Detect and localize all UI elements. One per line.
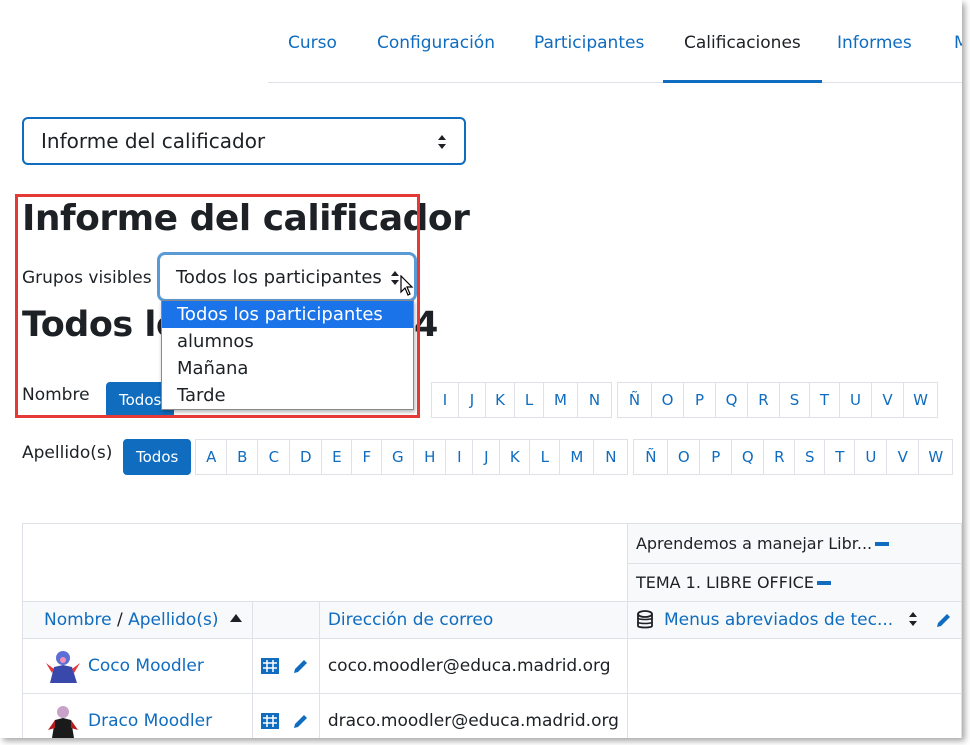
collapse-icon[interactable] — [816, 580, 831, 585]
first-name-letter[interactable]: K — [485, 382, 515, 418]
first-name-letter[interactable]: I — [431, 382, 459, 418]
table-corner — [22, 523, 628, 602]
first-name-letter[interactable]: N — [577, 382, 612, 418]
subcategory-header: TEMA 1. LIBRE OFFICE — [626, 563, 962, 602]
first-name-letter[interactable]: Ñ — [617, 382, 652, 418]
table-grid-icon[interactable] — [260, 658, 279, 674]
category-name: Aprendemos a manejar Libr... — [635, 533, 873, 553]
student-email: draco.moodler@educa.madrid.org — [318, 693, 628, 738]
last-name-letter[interactable]: V — [886, 439, 920, 475]
first-name-letter[interactable]: J — [458, 382, 486, 418]
first-name-letter[interactable]: R — [747, 382, 780, 418]
student-email: coco.moodler@educa.madrid.org — [318, 638, 628, 694]
sort-first-name-link[interactable]: Nombre — [44, 610, 112, 630]
last-name-letter[interactable]: F — [351, 439, 383, 475]
last-name-letter[interactable]: P — [699, 439, 733, 475]
last-name-letter[interactable]: O — [667, 439, 701, 475]
first-name-letter[interactable]: V — [871, 382, 904, 418]
last-name-letter-bar: Todos A B C D E F G H I J K L M N Ñ O P … — [123, 439, 954, 475]
student-cell: Draco Moodler — [22, 693, 253, 738]
first-name-letter-bar: I J K L M N Ñ O P Q R S T U V W — [431, 382, 938, 418]
edit-pencil-icon[interactable] — [292, 712, 310, 730]
tab-more[interactable]: M — [954, 5, 962, 83]
actions-header — [251, 601, 320, 639]
grader-table: Aprendemos a manejar Libr... TEMA 1. LIB… — [22, 523, 962, 738]
tab-calificaciones[interactable]: Calificaciones — [663, 5, 822, 83]
avatar — [48, 706, 78, 738]
last-name-letter[interactable]: L — [529, 439, 561, 475]
tab-participantes[interactable]: Participantes — [534, 5, 644, 83]
first-name-letter[interactable]: U — [839, 382, 872, 418]
last-name-letter[interactable]: B — [226, 439, 259, 475]
last-name-letter[interactable]: R — [763, 439, 796, 475]
edit-pencil-icon[interactable] — [292, 657, 310, 675]
last-name-letter[interactable]: N — [593, 439, 629, 475]
collapse-icon[interactable] — [875, 541, 890, 546]
last-name-letter[interactable]: Q — [731, 439, 765, 475]
last-name-letter[interactable]: T — [824, 439, 856, 475]
table-row: Coco Moodler coco.moodler@educa.madrid.o… — [22, 638, 962, 694]
highlight-box — [15, 194, 420, 418]
first-name-letter[interactable]: W — [903, 382, 938, 418]
sort-email-link[interactable]: Dirección de correo — [328, 610, 493, 630]
report-select-value: Informe del calificador — [41, 129, 266, 153]
sort-toggle-icon[interactable] — [908, 612, 918, 626]
last-name-letter[interactable]: K — [499, 439, 531, 475]
grade-item-header: Menus abreviados de tec... — [626, 601, 962, 639]
last-name-letter[interactable]: D — [289, 439, 323, 475]
edit-pencil-icon[interactable] — [935, 611, 953, 629]
last-name-letter[interactable]: I — [445, 439, 474, 475]
last-name-letter[interactable]: H — [413, 439, 447, 475]
student-actions — [251, 693, 320, 738]
table-row: Draco Moodler draco.moodler@educa.madrid… — [22, 693, 962, 738]
last-name-letter[interactable]: Ñ — [633, 439, 669, 475]
student-name-link[interactable]: Draco Moodler — [88, 711, 212, 731]
first-name-letter[interactable]: O — [651, 382, 684, 418]
student-actions — [251, 638, 320, 694]
avatar — [46, 651, 80, 683]
name-separator: / — [111, 610, 129, 630]
last-name-letter[interactable]: E — [321, 439, 353, 475]
first-name-letter[interactable]: Q — [715, 382, 748, 418]
last-name-letter[interactable]: U — [854, 439, 888, 475]
tab-informes[interactable]: Informes — [837, 5, 912, 83]
first-name-letter[interactable]: M — [543, 382, 578, 418]
page-frame: Curso Configuración Participantes Califi… — [0, 0, 962, 738]
grade-item-link[interactable]: Menus abreviados de tec... — [664, 610, 893, 630]
table-grid-icon[interactable] — [260, 713, 279, 729]
last-name-letter[interactable]: G — [381, 439, 415, 475]
tab-curso[interactable]: Curso — [288, 5, 337, 83]
sort-last-name-link[interactable]: Apellido(s) — [128, 610, 218, 630]
grade-cell[interactable] — [626, 638, 962, 694]
first-name-letter[interactable]: S — [779, 382, 810, 418]
sort-asc-icon — [229, 614, 242, 622]
first-name-letter[interactable]: L — [514, 382, 544, 418]
last-name-filter-label: Apellido(s) — [22, 443, 113, 463]
student-name-link[interactable]: Coco Moodler — [88, 656, 204, 676]
report-select[interactable]: Informe del calificador — [22, 117, 466, 165]
last-name-letter[interactable]: M — [559, 439, 595, 475]
last-name-all-button[interactable]: Todos — [123, 439, 192, 475]
last-name-letter[interactable]: J — [472, 439, 501, 475]
email-header: Dirección de correo — [318, 601, 628, 639]
last-name-letter[interactable]: S — [794, 439, 826, 475]
grade-cell[interactable] — [626, 693, 962, 738]
first-name-letter[interactable]: P — [683, 382, 716, 418]
first-name-letter[interactable]: T — [809, 382, 840, 418]
select-arrows-icon — [438, 135, 447, 149]
name-header: Nombre / Apellido(s) — [22, 601, 253, 639]
last-name-letter[interactable]: C — [257, 439, 291, 475]
subcategory-name: TEMA 1. LIBRE OFFICE — [635, 572, 814, 592]
last-name-letter[interactable]: W — [918, 439, 954, 475]
last-name-letter[interactable]: A — [195, 439, 228, 475]
course-nav: Curso Configuración Participantes Califi… — [268, 5, 962, 83]
category-header: Aprendemos a manejar Libr... — [626, 523, 962, 564]
database-icon — [637, 610, 653, 629]
tab-configuracion[interactable]: Configuración — [377, 5, 495, 83]
student-cell: Coco Moodler — [22, 638, 253, 694]
